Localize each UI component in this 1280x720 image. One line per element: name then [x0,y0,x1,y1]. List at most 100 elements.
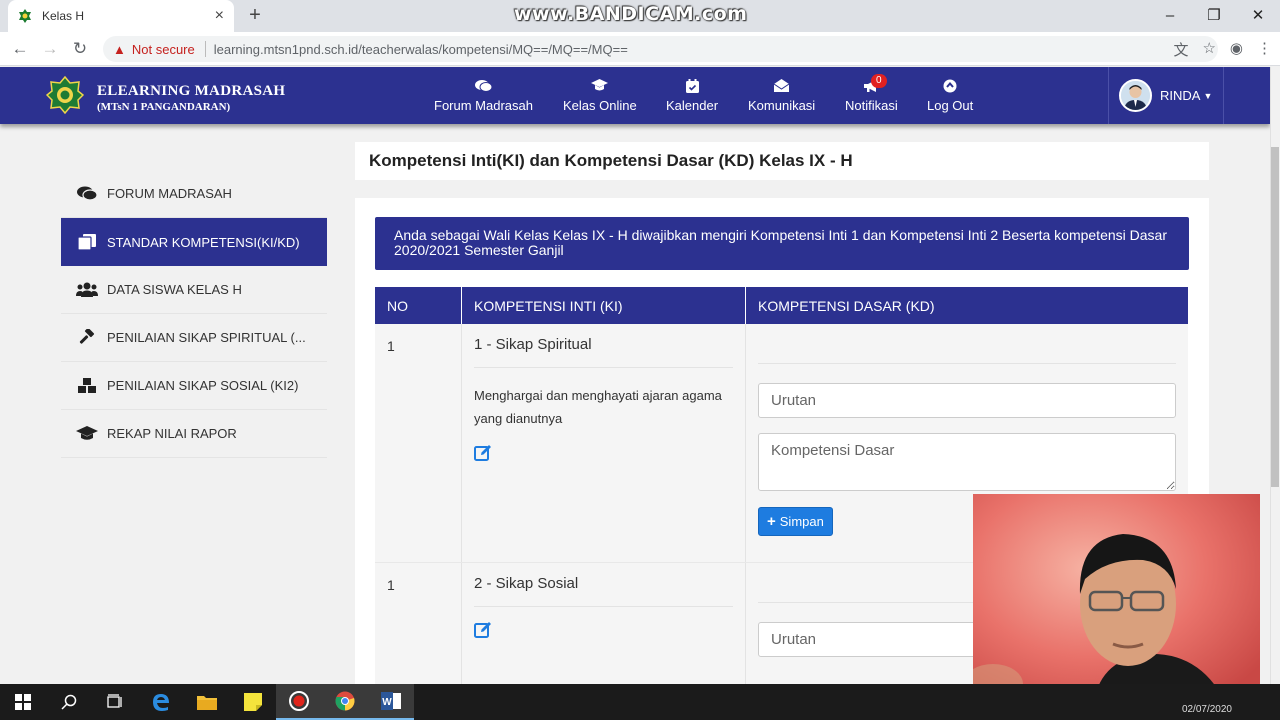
edit-icon[interactable] [474,621,492,639]
new-tab-button[interactable]: + [244,4,266,27]
graduation-cap-icon [591,79,609,95]
row-number: 1 [375,563,462,703]
sidebar-item-forum-madrasah[interactable]: FORUM MADRASAH [61,170,327,218]
nav-label: Kelas Online [563,98,637,113]
user-menu[interactable]: RINDA ▼ [1108,67,1224,124]
kd-divider [758,363,1176,364]
header-ki: KOMPETENSI INTI (KI) [462,287,746,324]
tab-title: Kelas H [42,9,85,23]
bandicam-record-icon[interactable] [276,684,322,720]
sidebar-item-label: DATA SISWA KELAS H [107,282,242,297]
comments-icon [474,79,493,95]
sidebar-item-data-siswa[interactable]: DATA SISWA KELAS H [61,266,327,314]
task-view-icon[interactable] [92,684,138,720]
back-icon[interactable]: ← [8,38,32,60]
simpan-label: Simpan [779,514,824,529]
graduation-cap-icon [75,426,99,441]
nav-notifikasi[interactable]: 0 Notifikasi [845,74,898,113]
file-explorer-icon[interactable] [184,684,230,720]
notice-alert: Anda sebagai Wali Kelas Kelas IX - H diw… [375,217,1189,270]
address-bar-actions: 文 ☆ ◉ ⋮ [1173,39,1272,60]
header-kd: KOMPETENSI DASAR (KD) [758,297,935,314]
browser-tab[interactable]: Kelas H × [8,0,234,32]
users-icon [75,282,99,297]
omnibox[interactable]: ▲ Not secure learning.mtsn1pnd.sch.id/te… [103,36,1218,62]
nav-kalender[interactable]: Kalender [666,79,718,113]
bookmark-star-icon[interactable]: ☆ [1202,39,1215,60]
close-window-icon[interactable]: ✕ [1236,0,1280,30]
nav-komunikasi[interactable]: Komunikasi [748,79,815,113]
word-icon[interactable]: W [368,684,414,720]
header-no: NO [375,287,462,324]
tab-close-icon[interactable]: × [215,7,224,25]
warning-icon: ▲ [113,41,126,57]
urutan-input[interactable] [758,383,1176,418]
top-nav: Forum Madrasah Kelas Online Kalender Kom… [0,74,1270,119]
edit-icon[interactable] [474,444,492,462]
ki-cell: 2 - Sikap Sosial [462,563,746,703]
minimize-icon[interactable]: – [1148,0,1192,30]
comments-icon [75,186,99,201]
kompetensi-dasar-textarea[interactable] [758,433,1176,491]
sidebar-item-label: FORUM MADRASAH [107,186,232,201]
copy-icon [75,234,99,250]
caret-down-icon: ▼ [1203,90,1213,101]
nav-kelas-online[interactable]: Kelas Online [563,79,637,113]
sidebar-item-label: PENILAIAN SIKAP SPIRITUAL (... [107,330,306,345]
window-controls: – ❐ ✕ [1148,0,1280,30]
table-header: NO KOMPETENSI INTI (KI) KOMPETENSI DASAR… [375,287,1188,324]
sidebar-item-label: STANDAR KOMPETENSI(KI/KD) [107,234,300,250]
nav-label: Komunikasi [748,98,816,113]
sidebar-item-label: REKAP NILAI RAPOR [107,426,237,441]
nav-label: Kalender [666,98,719,113]
page-title-box: Kompetensi Inti(KI) dan Kompetensi Dasar… [355,142,1209,180]
url-text[interactable]: learning.mtsn1pnd.sch.id/teacherwalas/ko… [214,42,628,57]
calendar-icon [685,79,699,95]
nav-label: Log Out [927,98,974,113]
menu-dots-icon[interactable]: ⋮ [1257,39,1272,60]
ki-cell: 1 - Sikap Spiritual Menghargai dan mengh… [462,324,746,562]
row-number: 1 [375,324,462,562]
nav-label: Notifikasi [845,98,898,113]
reload-icon[interactable]: ↻ [68,38,92,60]
edge-icon[interactable] [138,684,184,720]
page-scrollbar[interactable] [1270,67,1280,684]
chrome-icon[interactable] [322,684,368,720]
omnibox-divider [204,41,206,57]
nav-label: Forum Madrasah [434,98,533,113]
notification-badge: 0 [871,74,887,88]
windows-start-icon[interactable] [0,684,46,720]
webcam-presenter-image [973,494,1260,708]
sidebar-item-rekap-nilai[interactable]: REKAP NILAI RAPOR [61,410,327,458]
address-bar: ← → ↻ ▲ Not secure learning.mtsn1pnd.sch… [0,32,1280,66]
scrollbar-thumb[interactable] [1271,147,1279,487]
account-icon[interactable]: ◉ [1230,39,1243,60]
browser-tab-bar: Kelas H × + www.BANDICAM.com – ❐ ✕ [0,0,1280,32]
sticky-notes-icon[interactable] [230,684,276,720]
page-title: Kompetensi Inti(KI) dan Kompetensi Dasar… [369,151,853,170]
sidebar-item-penilaian-spiritual[interactable]: PENILAIAN SIKAP SPIRITUAL (... [61,314,327,362]
simpan-button[interactable]: + Simpan [758,507,833,536]
envelope-icon [773,79,790,95]
nav-log-out[interactable]: Log Out [927,79,973,113]
app-header: ELEARNING MADRASAH (MTsN 1 PANGANDARAN) … [0,67,1270,124]
sidebar: FORUM MADRASAH STANDAR KOMPETENSI(KI/KD)… [61,170,327,458]
madrasah-favicon-icon [18,9,32,23]
bandicam-watermark: www.BANDICAM.com [514,3,748,25]
sidebar-item-penilaian-sosial[interactable]: PENILAIAN SIKAP SOSIAL (KI2) [61,362,327,410]
ki-title: 1 - Sikap Spiritual [474,336,733,368]
power-icon [943,79,957,95]
windows-taskbar: W 02/07/2020 [0,684,1280,720]
not-secure-label[interactable]: Not secure [132,42,195,57]
maximize-icon[interactable]: ❐ [1192,0,1236,30]
forward-icon[interactable]: → [38,38,62,60]
translate-icon[interactable]: 文 [1173,39,1188,60]
user-name: RINDA [1160,88,1201,103]
nav-forum-madrasah[interactable]: Forum Madrasah [434,79,533,113]
gavel-icon [75,329,99,346]
cubes-icon [75,377,99,394]
search-icon[interactable] [46,684,92,720]
plus-icon: + [767,513,776,530]
sidebar-item-standar-kompetensi[interactable]: STANDAR KOMPETENSI(KI/KD) [61,218,327,266]
webcam-overlay [973,494,1260,708]
